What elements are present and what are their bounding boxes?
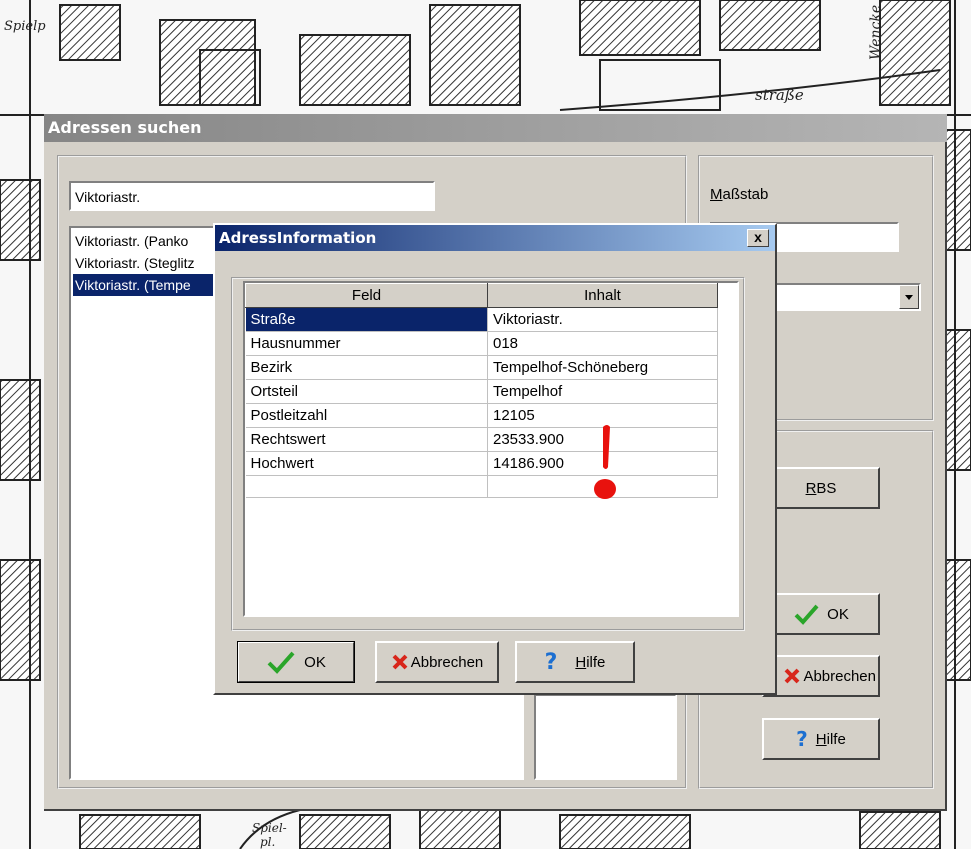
- rbs-button[interactable]: RBS: [762, 467, 880, 509]
- inner-dialog-title[interactable]: AdressInformation: [215, 225, 775, 251]
- cell-inhalt[interactable]: 018: [487, 331, 718, 356]
- massstab-label: Maßstab: [710, 186, 768, 203]
- close-icon[interactable]: x: [747, 229, 769, 247]
- cell-feld[interactable]: Hochwert: [245, 451, 488, 476]
- inner-help-button-label: Hilfe: [575, 654, 605, 671]
- help-button[interactable]: ? Hilfe: [762, 718, 880, 760]
- info-grid[interactable]: Feld Inhalt Straße Viktoriastr. Hausnumm…: [243, 281, 739, 617]
- info-table: Feld Inhalt Straße Viktoriastr. Hausnumm…: [245, 283, 718, 498]
- inner-help-button[interactable]: ? Hilfe: [515, 641, 635, 683]
- massstab-label-mnemonic: M: [710, 186, 723, 203]
- rbs-label-rest: BS: [816, 479, 837, 497]
- cell-inhalt[interactable]: Tempelhof-Schöneberg: [487, 355, 718, 380]
- cancel-button[interactable]: Abbrechen: [762, 655, 880, 697]
- map-label-wencke: Wencke: [868, 5, 884, 60]
- list-item[interactable]: Viktoriastr. (Tempe: [73, 274, 225, 296]
- search-input-value: Viktoriastr.: [75, 189, 141, 205]
- table-row[interactable]: Hochwert 14186.900: [245, 451, 718, 476]
- check-icon: [267, 651, 295, 674]
- table-row[interactable]: [245, 475, 718, 498]
- results-list-secondary[interactable]: [534, 694, 677, 780]
- check-icon: [794, 604, 819, 625]
- outer-dialog-title[interactable]: Adressen suchen: [44, 114, 947, 142]
- map-label-strasse: straße: [755, 86, 804, 104]
- inner-cancel-button[interactable]: Abbrechen: [375, 641, 499, 683]
- ok-button[interactable]: OK: [762, 593, 880, 635]
- help-label-mnemonic: H: [815, 730, 827, 748]
- exclamation-annotation: [594, 425, 616, 499]
- column-header-inhalt[interactable]: Inhalt: [487, 283, 718, 308]
- cell-feld[interactable]: Hausnummer: [245, 331, 488, 356]
- column-header-feld[interactable]: Feld: [245, 283, 488, 308]
- dropdown-arrow-icon[interactable]: [899, 285, 919, 309]
- inner-ok-button-label: OK: [304, 653, 326, 671]
- cell-feld[interactable]: Rechtswert: [245, 427, 488, 452]
- map-label-spiel: Spiel-: [252, 821, 287, 835]
- cell-feld[interactable]: Bezirk: [245, 355, 488, 380]
- rbs-label-mnemonic: R: [805, 479, 817, 497]
- inner-help-label-rest: ilfe: [586, 653, 606, 671]
- annotation-symbol: !: [215, 225, 216, 226]
- cell-feld[interactable]: Postleitzahl: [245, 403, 488, 428]
- table-row[interactable]: Postleitzahl 12105: [245, 403, 718, 428]
- inner-help-label-mnemonic: H: [575, 653, 587, 671]
- inner-cancel-button-label: Abbrechen: [410, 653, 484, 671]
- ok-button-label: OK: [827, 605, 849, 623]
- cell-inhalt[interactable]: Tempelhof: [487, 379, 718, 404]
- question-icon: ?: [796, 727, 808, 751]
- help-label-rest: ilfe: [826, 730, 846, 748]
- massstab-label-rest: aßstab: [722, 186, 769, 203]
- help-button-label: Hilfe: [816, 731, 846, 748]
- table-row[interactable]: Hausnummer 018: [245, 331, 718, 356]
- inner-ok-button[interactable]: OK: [237, 641, 355, 683]
- map-label-spielplatz: Spielp: [4, 19, 46, 34]
- cell-feld[interactable]: [245, 475, 488, 498]
- cancel-button-label: Abbrechen: [803, 667, 876, 685]
- adressinformation-dialog: AdressInformation x Feld Inhalt Straße V…: [213, 223, 777, 695]
- search-input[interactable]: Viktoriastr.: [69, 181, 435, 211]
- table-header-row: Feld Inhalt: [245, 283, 718, 308]
- table-row[interactable]: Bezirk Tempelhof-Schöneberg: [245, 355, 718, 380]
- rbs-button-label: RBS: [806, 480, 837, 497]
- cell-feld[interactable]: Ortsteil: [245, 379, 488, 404]
- cross-icon: [392, 654, 408, 670]
- question-icon: ?: [544, 649, 558, 675]
- cell-inhalt[interactable]: Viktoriastr.: [487, 307, 718, 332]
- map-label-pl: pl.: [260, 835, 275, 849]
- cross-icon: [785, 668, 800, 684]
- table-row[interactable]: Ortsteil Tempelhof: [245, 379, 718, 404]
- cell-feld[interactable]: Straße: [245, 307, 488, 332]
- table-row[interactable]: Rechtswert 23533.900: [245, 427, 718, 452]
- table-row[interactable]: Straße Viktoriastr.: [245, 307, 718, 332]
- dropdown-arrow-glyph: [905, 295, 913, 300]
